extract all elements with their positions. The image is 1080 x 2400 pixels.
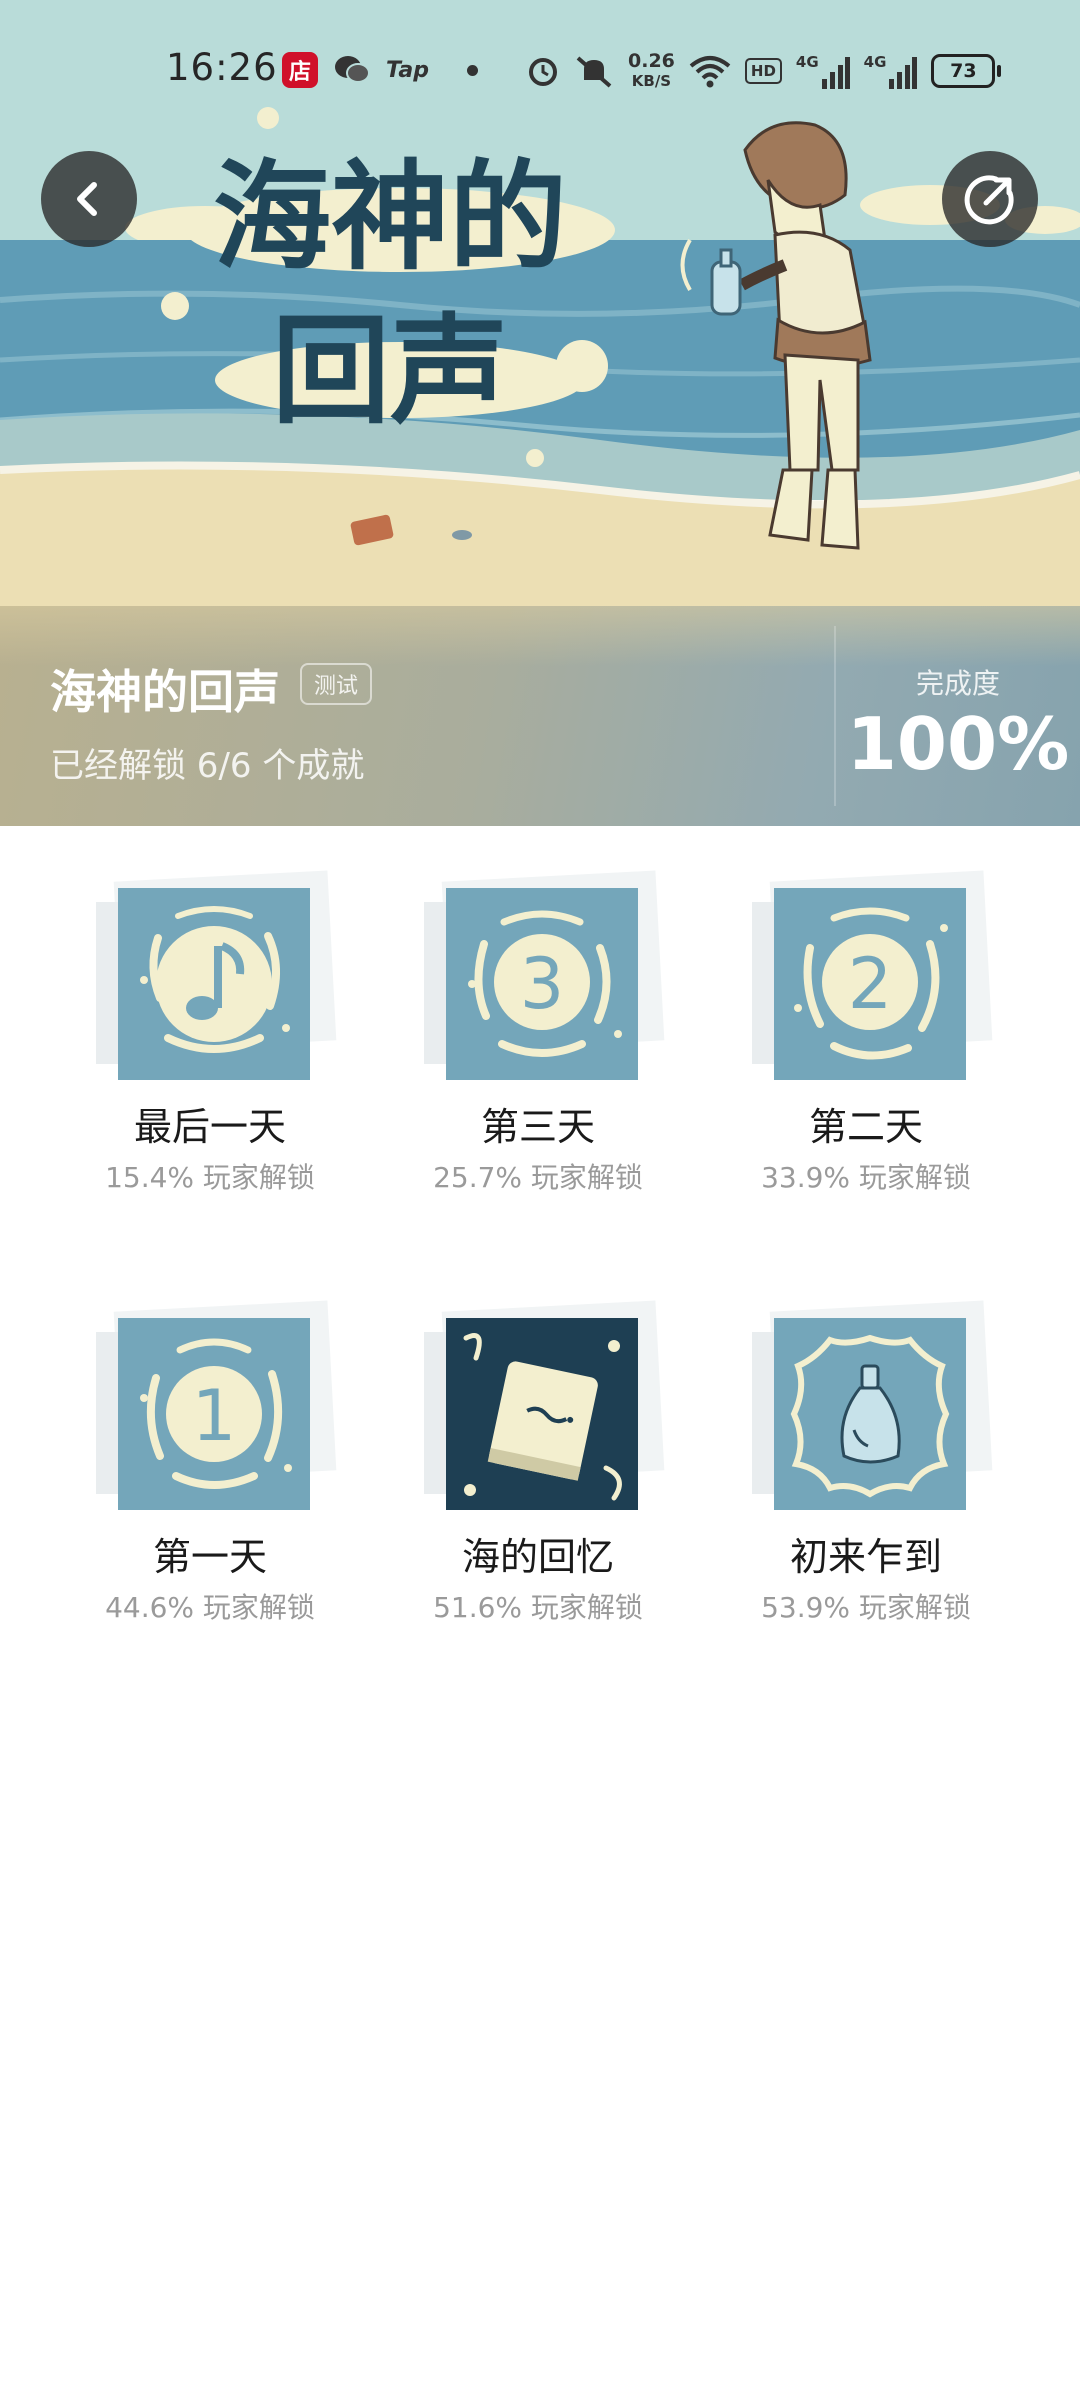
progress-label: 完成度	[915, 667, 1000, 700]
share-button[interactable]	[942, 151, 1038, 247]
achievement-item[interactable]: 3 第三天 25.7% 玩家解锁	[374, 826, 702, 1194]
chevron-left-icon	[77, 182, 97, 216]
battery-indicator: 73	[931, 54, 1002, 88]
status-time: 16:26	[166, 46, 278, 89]
status-bar: 16:26 店 Tap 0.26 KB/S HD 4G 4G 73	[0, 0, 1080, 140]
unlock-summary: 已经解锁 6/6 个成就	[50, 746, 365, 786]
achievement-rate: 51.6% 玩家解锁	[433, 1591, 643, 1624]
signal-bars-icon	[889, 57, 918, 89]
art-title-line1: 海神的	[213, 148, 567, 286]
game-info-panel: 海神的回声 测试 已经解锁 6/6 个成就 完成度 100%	[0, 606, 1080, 826]
game-title: 海神的回声	[50, 665, 280, 719]
number-one-icon: 1	[118, 1318, 310, 1510]
achievement-rate: 15.4% 玩家解锁	[105, 1161, 315, 1194]
signal-4g-2: 4G	[864, 53, 918, 89]
achievement-item[interactable]: 2 第二天 33.9% 玩家解锁	[702, 826, 1030, 1194]
alarm-icon	[529, 58, 557, 86]
achievement-name: 第三天	[480, 1105, 595, 1149]
signal-4g-1: 4G	[796, 53, 850, 89]
achievement-rate: 44.6% 玩家解锁	[105, 1591, 315, 1624]
achievement-item[interactable]: 海的回忆 51.6% 玩家解锁	[374, 1256, 702, 1624]
back-button[interactable]	[41, 151, 137, 247]
svg-text:3: 3	[520, 943, 565, 1025]
number-three-icon: 3	[446, 888, 638, 1080]
achievement-name: 最后一天	[133, 1105, 286, 1149]
achievement-rate: 25.7% 玩家解锁	[433, 1161, 643, 1194]
achievement-rate: 33.9% 玩家解锁	[761, 1161, 971, 1194]
share-icon	[964, 175, 1014, 225]
bottle-icon	[774, 1318, 966, 1510]
game-banner: 海神的 回声 16:26 店 Tap 0.26 KB/S HD 4G 4G 73…	[0, 0, 1080, 826]
signal-bars-icon	[821, 57, 850, 89]
music-note-icon	[118, 888, 310, 1080]
achievement-rate: 53.9% 玩家解锁	[761, 1591, 971, 1624]
hd-voice-icon: HD	[744, 58, 782, 84]
achievement-name: 第一天	[152, 1535, 267, 1579]
network-speed: 0.26 KB/S	[628, 50, 675, 90]
test-tag: 测试	[300, 663, 373, 705]
svg-text:2: 2	[848, 943, 893, 1025]
achievement-item[interactable]: 初来乍到 53.9% 玩家解锁	[702, 1256, 1030, 1624]
progress-value: 100%	[846, 702, 1070, 786]
achievement-item[interactable]: 1 第一天 44.6% 玩家解锁	[46, 1256, 374, 1624]
tap-app-icon: Tap	[386, 57, 429, 83]
book-icon	[446, 1318, 638, 1510]
wechat-icon	[335, 56, 370, 83]
wifi-icon	[689, 56, 731, 88]
achievement-name: 第二天	[808, 1105, 923, 1149]
number-two-icon: 2	[774, 888, 966, 1080]
achievement-name: 海的回忆	[461, 1535, 614, 1579]
achievement-item[interactable]: 最后一天 15.4% 玩家解锁	[46, 826, 374, 1194]
art-title-line2: 回声	[272, 302, 508, 440]
svg-text:1: 1	[192, 1375, 237, 1457]
store-app-icon: 店	[282, 52, 318, 88]
mute-icon	[576, 56, 612, 88]
more-notifications-dot	[467, 64, 478, 76]
achievement-name: 初来乍到	[789, 1535, 942, 1579]
